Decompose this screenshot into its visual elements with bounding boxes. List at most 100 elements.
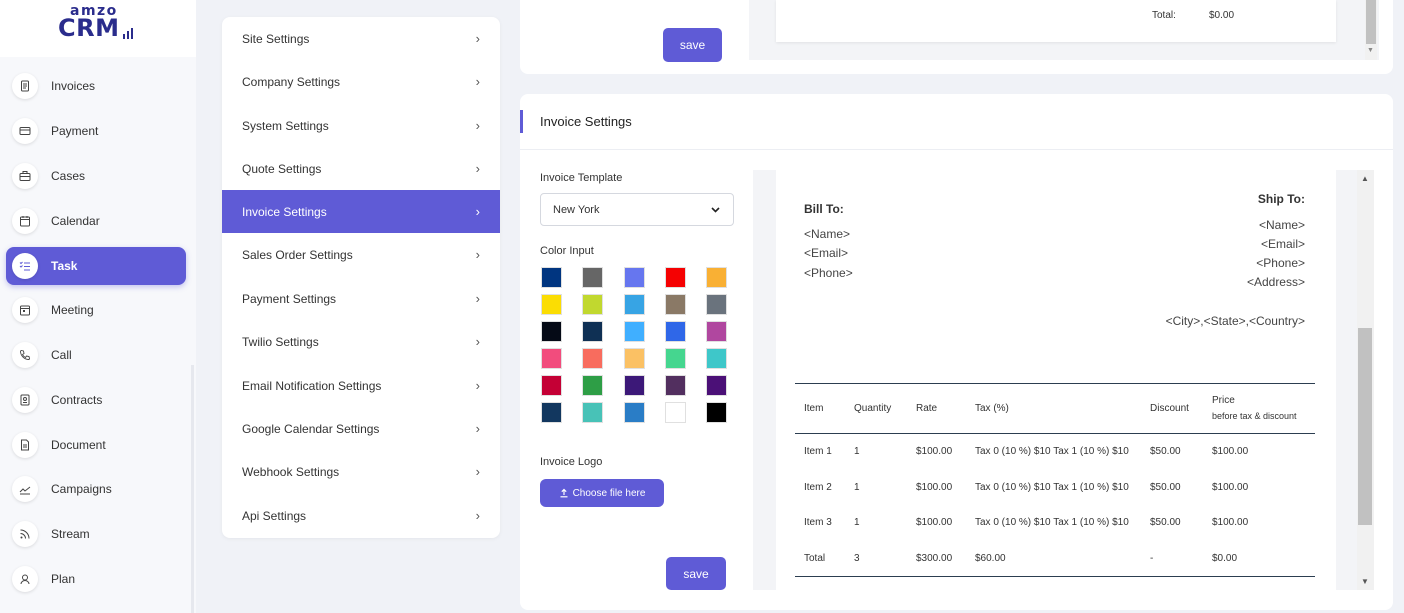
color-swatch[interactable] <box>541 294 562 315</box>
table-total-tax: $60.00 <box>975 553 1006 564</box>
sidebar-item-label: Plan <box>51 572 76 586</box>
invoice-template-select[interactable]: New York <box>540 193 734 226</box>
color-swatch[interactable] <box>582 402 603 423</box>
color-swatch[interactable] <box>582 321 603 342</box>
ship-name: <Name> <box>1258 218 1305 232</box>
card-icon <box>12 118 38 144</box>
sidebar-item-cases[interactable]: Cases <box>6 157 186 195</box>
menu-item-quote-settings[interactable]: Quote Settings › <box>222 147 500 190</box>
color-swatch[interactable] <box>541 375 562 396</box>
menu-item-label: Email Notification Settings <box>242 378 382 393</box>
meeting-calendar-icon <box>12 297 38 323</box>
sidebar-item-plan[interactable]: Plan <box>6 560 186 598</box>
menu-item-label: Site Settings <box>242 31 310 46</box>
color-swatch[interactable] <box>624 375 645 396</box>
menu-item-webhook-settings[interactable]: Webhook Settings › <box>222 450 500 493</box>
color-swatch[interactable] <box>624 402 645 423</box>
sidebar-item-task[interactable]: Task <box>6 247 186 285</box>
color-swatch[interactable] <box>541 348 562 369</box>
sidebar-item-calendar[interactable]: Calendar <box>6 202 186 240</box>
menu-item-site-settings[interactable]: Site Settings › <box>222 17 500 60</box>
color-swatch[interactable] <box>706 321 727 342</box>
sidebar-scrollbar[interactable] <box>191 365 194 613</box>
choose-file-button[interactable]: Choose file here <box>540 479 664 507</box>
scroll-down-arrow-icon[interactable]: ▼ <box>1361 577 1369 586</box>
menu-item-twilio-settings[interactable]: Twilio Settings › <box>222 320 500 363</box>
color-swatch[interactable] <box>541 267 562 288</box>
menu-item-email-notification-settings[interactable]: Email Notification Settings › <box>222 364 500 407</box>
sidebar-item-label: Payment <box>51 124 99 138</box>
table-cell-discount: $50.00 <box>1150 517 1181 528</box>
color-swatch[interactable] <box>706 294 727 315</box>
sidebar-item-label: Document <box>51 438 106 452</box>
color-swatch[interactable] <box>541 321 562 342</box>
chevron-right-icon: › <box>475 74 480 89</box>
menu-item-label: Twilio Settings <box>242 334 319 349</box>
sidebar-item-invoices[interactable]: Invoices <box>6 67 186 105</box>
phone-icon <box>12 342 38 368</box>
menu-item-system-settings[interactable]: System Settings › <box>222 104 500 147</box>
invoice-logo-label: Invoice Logo <box>540 456 603 468</box>
rss-icon <box>12 521 38 547</box>
color-swatch[interactable] <box>706 267 727 288</box>
chart-line-icon <box>12 476 38 502</box>
color-swatch[interactable] <box>665 321 686 342</box>
color-swatch[interactable] <box>665 294 686 315</box>
calendar-icon <box>12 208 38 234</box>
color-swatch[interactable] <box>624 294 645 315</box>
sidebar-item-call[interactable]: Call <box>6 336 186 374</box>
table-cell-discount: $50.00 <box>1150 482 1181 493</box>
color-swatch[interactable] <box>541 402 562 423</box>
quote-total-label: Total: <box>1152 10 1176 21</box>
bill-email: <Email> <box>804 246 849 260</box>
briefcase-icon <box>12 163 38 189</box>
menu-item-label: Payment Settings <box>242 291 337 306</box>
chevron-right-icon: › <box>475 247 480 262</box>
table-cell-rate: $100.00 <box>916 517 953 528</box>
sidebar-item-stream[interactable]: Stream <box>6 515 186 553</box>
color-swatch[interactable] <box>706 375 727 396</box>
sidebar-item-document[interactable]: Document <box>6 426 186 464</box>
color-swatch[interactable] <box>582 375 603 396</box>
menu-item-api-settings[interactable]: Api Settings › <box>222 494 500 537</box>
invoice-save-button[interactable]: save <box>666 557 726 590</box>
menu-item-google-calendar-settings[interactable]: Google Calendar Settings › <box>222 407 500 450</box>
scroll-down-arrow-icon[interactable]: ▼ <box>1367 47 1374 54</box>
amzo-crm-logo[interactable]: amzo CRM <box>56 3 138 48</box>
color-swatch[interactable] <box>706 402 727 423</box>
table-cell-discount: $50.00 <box>1150 446 1181 457</box>
menu-item-label: Webhook Settings <box>242 464 340 479</box>
sidebar-item-label: Calendar <box>51 214 100 228</box>
col-header-tax: Tax (%) <box>975 403 1009 414</box>
sidebar-item-meeting[interactable]: Meeting <box>6 291 186 329</box>
invoice-preview-scroll-thumb[interactable] <box>1358 328 1372 525</box>
table-cell-tax: Tax 0 (10 %) $10 Tax 1 (10 %) $10 <box>975 446 1129 457</box>
menu-item-sales-order-settings[interactable]: Sales Order Settings › <box>222 233 500 276</box>
color-swatch[interactable] <box>706 348 727 369</box>
menu-item-company-settings[interactable]: Company Settings › <box>222 60 500 103</box>
color-swatch[interactable] <box>665 348 686 369</box>
color-swatch[interactable] <box>624 267 645 288</box>
sidebar-item-contracts[interactable]: Contracts <box>6 381 186 419</box>
table-cell-price: $100.00 <box>1212 517 1249 528</box>
col-header-quantity: Quantity <box>854 403 892 414</box>
menu-item-invoice-settings[interactable]: Invoice Settings › <box>222 190 500 233</box>
scroll-up-arrow-icon[interactable]: ▲ <box>1361 174 1369 183</box>
sidebar-item-payment[interactable]: Payment <box>6 112 186 150</box>
sidebar-item-campaigns[interactable]: Campaigns <box>6 470 186 508</box>
color-swatch[interactable] <box>665 402 686 423</box>
color-swatch[interactable] <box>624 348 645 369</box>
sidebar-item-label: Meeting <box>51 303 94 317</box>
ship-to-heading: Ship To: <box>1257 192 1305 206</box>
color-swatch[interactable] <box>624 321 645 342</box>
quote-preview-scroll-thumb[interactable] <box>1366 0 1376 44</box>
color-swatch[interactable] <box>582 294 603 315</box>
color-swatch[interactable] <box>665 375 686 396</box>
menu-item-label: Company Settings <box>242 74 341 89</box>
quote-save-button[interactable]: save <box>663 28 722 62</box>
color-swatch[interactable] <box>582 348 603 369</box>
choose-file-label: Choose file here <box>572 487 646 499</box>
color-swatch[interactable] <box>582 267 603 288</box>
menu-item-payment-settings[interactable]: Payment Settings › <box>222 277 500 320</box>
color-swatch[interactable] <box>665 267 686 288</box>
